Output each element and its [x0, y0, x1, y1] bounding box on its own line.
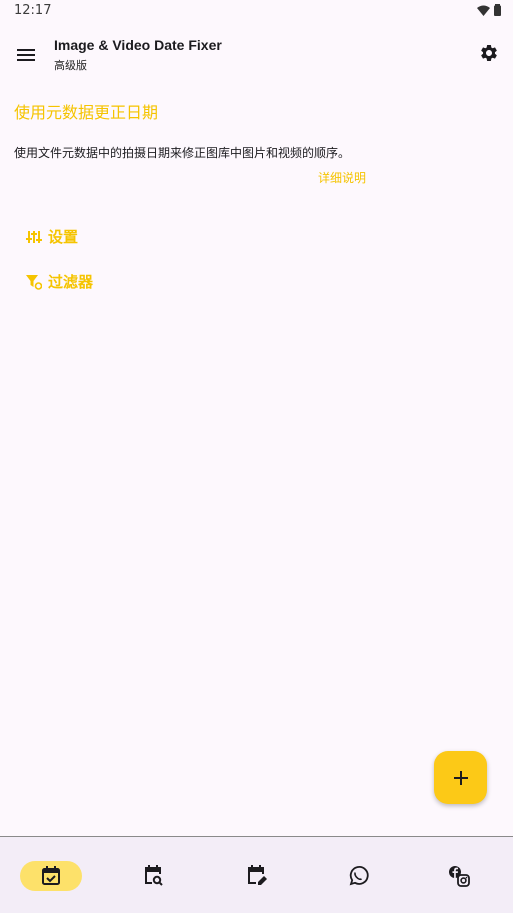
status-icons [477, 4, 501, 16]
gear-icon [481, 44, 497, 61]
battery-icon [494, 4, 501, 16]
nav-item-calendar-search[interactable] [122, 861, 184, 891]
add-fab-button[interactable] [434, 751, 487, 804]
calendar-edit-icon [248, 865, 267, 885]
section-description: 使用文件元数据中的拍摄日期来修正图库中图片和视频的顺序。 [14, 146, 351, 160]
settings-row-button[interactable]: 设置 [26, 226, 78, 247]
tune-icon [26, 230, 42, 243]
filter-icon [26, 274, 42, 290]
app-title: Image & Video Date Fixer [54, 37, 222, 53]
plus-icon [453, 770, 468, 785]
settings-row-label: 设置 [48, 228, 79, 246]
details-link[interactable]: 详细说明 [318, 169, 366, 186]
nav-item-facebook-instagram[interactable] [428, 861, 490, 891]
settings-button[interactable] [477, 41, 501, 65]
app-subtitle: 高级版 [54, 59, 87, 72]
app-bar: Image & Video Date Fixer 高级版 [0, 28, 513, 84]
nav-item-whatsapp[interactable] [327, 861, 389, 891]
calendar-search-icon [145, 865, 163, 886]
calendar-check-icon [42, 866, 60, 885]
bottom-nav [0, 836, 513, 913]
nav-item-calendar-check[interactable] [20, 861, 82, 891]
menu-button[interactable] [14, 43, 38, 67]
whatsapp-icon [349, 866, 369, 886]
section-title: 使用元数据更正日期 [14, 103, 159, 122]
status-time: 12:17 [14, 3, 52, 18]
filter-row-button[interactable]: 过滤器 [26, 271, 93, 292]
nav-item-calendar-edit[interactable] [226, 861, 288, 891]
wifi-icon [477, 5, 490, 16]
facebook-instagram-icon [449, 866, 470, 887]
status-bar: 12:17 [0, 0, 513, 24]
menu-icon [17, 49, 35, 61]
filter-row-label: 过滤器 [48, 273, 94, 291]
